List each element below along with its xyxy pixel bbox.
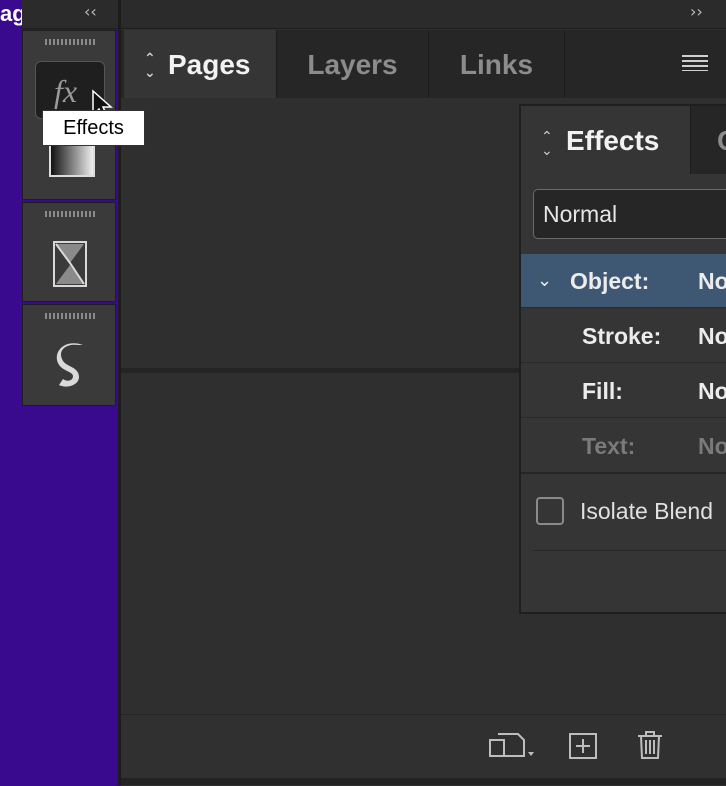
strip-header xyxy=(22,0,118,29)
isolate-blending-checkbox[interactable] xyxy=(536,497,564,525)
row-label: Fill: xyxy=(582,378,623,404)
panel-header xyxy=(121,0,726,29)
effects-separator xyxy=(533,550,726,551)
tab-next-partial[interactable]: C xyxy=(717,106,726,176)
gradient-swatch-icon[interactable] xyxy=(49,143,95,177)
panel-footer-edge xyxy=(121,778,726,785)
isolate-blending-label: Isolate Blend xyxy=(580,498,713,524)
drag-grip[interactable] xyxy=(45,313,95,319)
chevron-down-icon[interactable]: ⌄ xyxy=(537,254,552,308)
tab-pages-label: Pages xyxy=(168,49,251,80)
tab-layers[interactable]: Layers xyxy=(277,30,429,98)
row-value: No xyxy=(698,323,726,349)
effect-row-object[interactable]: ⌄ Object: No xyxy=(521,254,726,308)
effect-row-stroke[interactable]: Stroke: No xyxy=(521,309,726,363)
effects-tooltip: Effects xyxy=(42,110,145,146)
glyph-s-icon[interactable] xyxy=(53,341,89,391)
row-label: Text: xyxy=(582,433,636,459)
collapse-left-button[interactable]: ‹‹ xyxy=(84,2,97,21)
row-label: Stroke: xyxy=(582,323,662,349)
strip-group-3 xyxy=(22,304,116,406)
new-page-icon[interactable] xyxy=(568,732,598,760)
delete-page-icon[interactable] xyxy=(636,730,664,760)
effect-row-text: Text: No xyxy=(521,419,726,474)
blend-mode-select[interactable]: Normal xyxy=(533,189,726,239)
updown-chevron-icon[interactable]: ⌃ ⌄ xyxy=(144,52,156,80)
hourglass-icon[interactable] xyxy=(53,241,87,287)
pages-divider[interactable] xyxy=(121,368,521,373)
updown-chevron-icon[interactable]: ⌃ ⌄ xyxy=(541,130,553,158)
collapse-right-button[interactable]: ›› xyxy=(690,2,703,21)
strip-group-2 xyxy=(22,202,116,302)
edit-page-size-icon[interactable] xyxy=(488,732,538,762)
row-label: Object: xyxy=(570,268,650,294)
row-value: No xyxy=(698,378,726,404)
drag-grip[interactable] xyxy=(45,39,95,45)
drag-grip[interactable] xyxy=(45,211,95,217)
panel-menu-icon[interactable] xyxy=(682,55,708,71)
tab-links[interactable]: Links xyxy=(429,30,565,98)
row-value: No xyxy=(698,268,726,294)
row-value: No xyxy=(698,433,726,459)
tab-effects-label: Effects xyxy=(566,125,660,156)
svg-text:fx: fx xyxy=(54,73,77,109)
effect-row-fill[interactable]: Fill: No xyxy=(521,364,726,418)
tab-pages[interactable]: ⌃ ⌄ Pages xyxy=(124,30,277,98)
